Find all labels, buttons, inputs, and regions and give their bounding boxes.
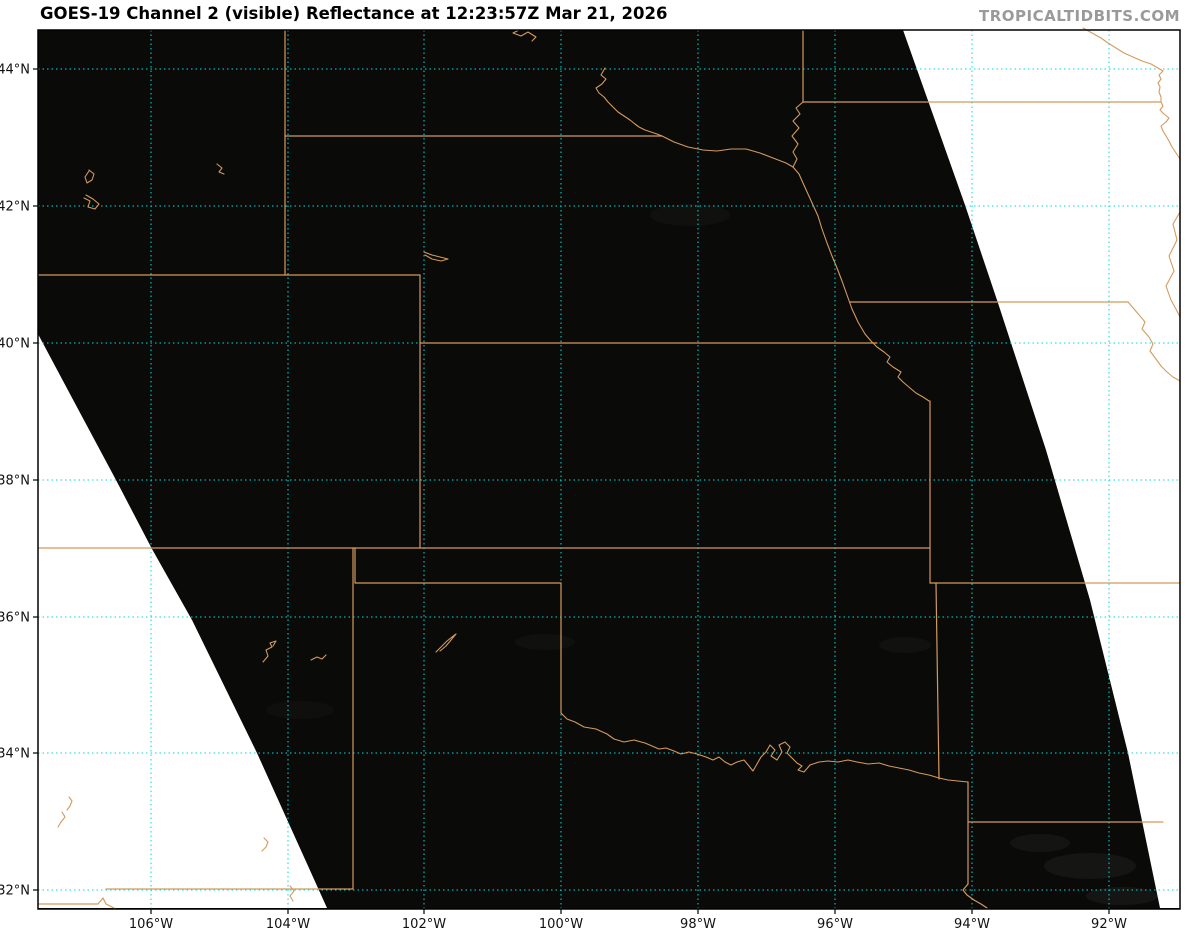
lon-tick-label: 92°W — [1091, 917, 1127, 929]
lon-tick-label: 104°W — [266, 917, 310, 929]
lat-tick-label: 32°N — [0, 884, 30, 899]
lat-tick-label: 44°N — [0, 63, 30, 78]
lon-tick-label: 102°W — [402, 917, 446, 929]
faint-cloud — [1044, 853, 1136, 879]
lon-tick-label: 94°W — [954, 917, 990, 929]
lat-tick-label: 34°N — [0, 747, 30, 762]
satellite-map-figure: GOES-19 Channel 2 (visible) Reflectance … — [0, 0, 1200, 929]
lat-tick-label: 36°N — [0, 611, 30, 626]
faint-cloud — [515, 634, 575, 650]
lat-tick-label: 42°N — [0, 200, 30, 215]
lon-tick-label: 100°W — [539, 917, 583, 929]
lat-tick-label: 38°N — [0, 474, 30, 489]
faint-cloud — [650, 204, 730, 226]
faint-cloud — [879, 637, 931, 653]
goes-satellite-map: 44°N 42°N 40°N 38°N 36°N 34°N 32°N 106°W 104°W 10… — [0, 0, 1200, 929]
lon-tick-label: 98°W — [680, 917, 716, 929]
faint-cloud — [266, 701, 334, 719]
lon-tick-label: 96°W — [817, 917, 853, 929]
lon-tick-label: 106°W — [129, 917, 173, 929]
faint-cloud — [1010, 834, 1070, 852]
lat-tick-label: 40°N — [0, 337, 30, 352]
